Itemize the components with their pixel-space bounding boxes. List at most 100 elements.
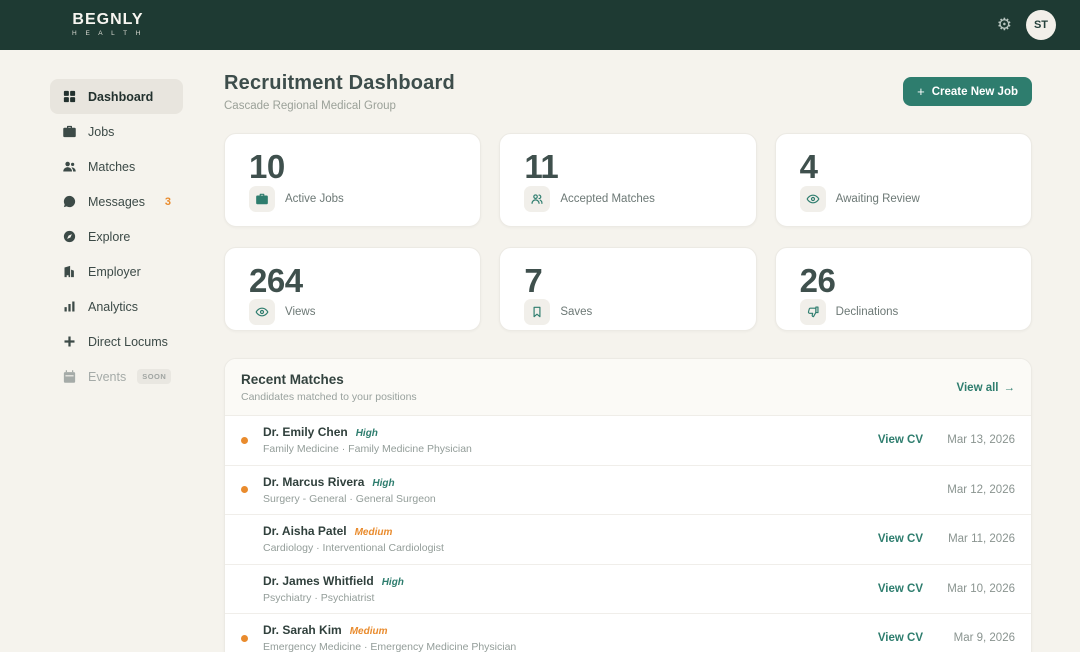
- match-row[interactable]: Dr. James Whitfield High Psychiatry · Ps…: [225, 565, 1031, 615]
- candidate-name: Dr. Aisha Patel: [263, 524, 347, 538]
- create-new-job-button[interactable]: + Create New Job: [903, 77, 1032, 106]
- sidebar-item-messages[interactable]: Messages 3: [50, 184, 183, 219]
- stat-value: 26: [800, 263, 1007, 299]
- briefcase-icon: [62, 124, 77, 139]
- stat-card-saves: 7 Saves: [499, 247, 756, 331]
- eye-icon: [806, 192, 820, 206]
- stat-card-views: 264 Views: [224, 247, 481, 331]
- stat-label: Declinations: [836, 306, 899, 318]
- main-content: Recruitment Dashboard Cascade Regional M…: [224, 50, 1032, 652]
- stat-label: Awaiting Review: [836, 193, 920, 205]
- match-level: Medium: [355, 527, 393, 538]
- stat-label: Saves: [560, 306, 592, 318]
- plus-icon: +: [917, 85, 925, 98]
- candidate-name: Dr. Sarah Kim: [263, 623, 342, 637]
- unread-dot: [241, 585, 248, 592]
- stat-label: Views: [285, 306, 315, 318]
- sidebar-item-label: Messages: [88, 195, 145, 209]
- sidebar-item-label: Events: [88, 370, 126, 384]
- briefcase-icon: [255, 192, 269, 206]
- stat-card-accepted-matches: 11 Accepted Matches: [499, 133, 756, 227]
- candidate-name: Dr. Marcus Rivera: [263, 475, 364, 489]
- match-date: Mar 11, 2026: [943, 533, 1015, 545]
- sidebar: Dashboard Jobs Matches Messages 3 Explor…: [50, 79, 183, 652]
- match-row[interactable]: Dr. Aisha Patel Medium Cardiology · Inte…: [225, 515, 1031, 565]
- view-cv-link[interactable]: View CV: [878, 583, 923, 595]
- view-all-link[interactable]: View all →: [957, 382, 1015, 394]
- logo-subtext: H E A L T H: [72, 31, 144, 38]
- messages-count-badge: 3: [165, 196, 171, 208]
- match-level: High: [356, 428, 378, 439]
- sidebar-item-explore[interactable]: Explore: [50, 219, 183, 254]
- page-title: Recruitment Dashboard: [224, 72, 455, 95]
- view-cv-link[interactable]: View CV: [878, 632, 923, 644]
- sidebar-item-label: Explore: [88, 230, 130, 244]
- soon-badge: SOON: [137, 369, 171, 384]
- stat-label: Active Jobs: [285, 193, 344, 205]
- candidate-name: Dr. Emily Chen: [263, 425, 348, 439]
- match-level: Medium: [350, 626, 388, 637]
- match-row[interactable]: Dr. Marcus Rivera High Surgery - General…: [225, 466, 1031, 516]
- sidebar-item-direct-locums[interactable]: Direct Locums: [50, 324, 183, 359]
- match-date: Mar 10, 2026: [943, 583, 1015, 595]
- sidebar-item-label: Employer: [88, 265, 141, 279]
- top-bar: BEGNLY H E A L T H ⚙ ST: [0, 0, 1080, 50]
- sidebar-item-employer[interactable]: Employer: [50, 254, 183, 289]
- recent-matches-title: Recent Matches: [241, 372, 417, 387]
- stat-value: 7: [524, 263, 731, 299]
- unread-dot: [241, 536, 248, 543]
- unread-dot: [241, 437, 248, 444]
- stat-label: Accepted Matches: [560, 193, 655, 205]
- recent-matches-card: Recent Matches Candidates matched to you…: [224, 358, 1032, 652]
- sidebar-item-dashboard[interactable]: Dashboard: [50, 79, 183, 114]
- unread-dot: [241, 486, 248, 493]
- match-date: Mar 9, 2026: [943, 632, 1015, 644]
- sidebar-item-label: Jobs: [88, 125, 114, 139]
- users-icon: [530, 192, 544, 206]
- sidebar-item-events[interactable]: Events SOON: [50, 359, 183, 394]
- stat-card-awaiting-review: 4 Awaiting Review: [775, 133, 1032, 227]
- match-date: Mar 12, 2026: [943, 484, 1015, 496]
- candidate-detail: Cardiology · Interventional Cardiologist: [263, 542, 878, 554]
- match-row[interactable]: Dr. Emily Chen High Family Medicine · Fa…: [225, 416, 1031, 466]
- stat-card-declinations: 26 Declinations: [775, 247, 1032, 331]
- sidebar-item-label: Direct Locums: [88, 335, 168, 349]
- sidebar-item-label: Matches: [88, 160, 135, 174]
- match-row[interactable]: Dr. Sarah Kim Medium Emergency Medicine …: [225, 614, 1031, 652]
- stat-value: 10: [249, 149, 456, 185]
- sidebar-item-jobs[interactable]: Jobs: [50, 114, 183, 149]
- candidate-detail: Emergency Medicine · Emergency Medicine …: [263, 641, 878, 652]
- view-all-label: View all: [957, 382, 999, 394]
- settings-gear-icon[interactable]: ⚙: [997, 15, 1012, 35]
- sidebar-item-matches[interactable]: Matches: [50, 149, 183, 184]
- sidebar-item-analytics[interactable]: Analytics: [50, 289, 183, 324]
- stat-value: 264: [249, 263, 456, 299]
- users-icon: [62, 159, 77, 174]
- stats-grid: 10 Active Jobs 11 Accepted Matches 4 Awa…: [224, 133, 1032, 331]
- view-cv-link[interactable]: View CV: [878, 533, 923, 545]
- eye-icon: [255, 305, 269, 319]
- sidebar-item-label: Dashboard: [88, 90, 153, 104]
- sidebar-item-label: Analytics: [88, 300, 138, 314]
- match-level: High: [382, 577, 404, 588]
- stat-card-active-jobs: 10 Active Jobs: [224, 133, 481, 227]
- match-date: Mar 13, 2026: [943, 434, 1015, 446]
- recent-matches-header: Recent Matches Candidates matched to you…: [225, 359, 1031, 416]
- page-header: Recruitment Dashboard Cascade Regional M…: [224, 72, 1032, 112]
- candidate-detail: Surgery - General · General Surgeon: [263, 493, 943, 505]
- view-cv-link[interactable]: View CV: [878, 434, 923, 446]
- brand-logo: BEGNLY H E A L T H: [72, 12, 144, 38]
- candidate-name: Dr. James Whitfield: [263, 574, 374, 588]
- grid-icon: [62, 89, 77, 104]
- page-subtitle: Cascade Regional Medical Group: [224, 100, 455, 112]
- user-avatar[interactable]: ST: [1026, 10, 1056, 40]
- create-new-job-label: Create New Job: [932, 86, 1018, 98]
- stat-value: 11: [524, 149, 731, 185]
- plus-icon: [62, 334, 77, 349]
- thumbs-down-icon: [806, 305, 820, 319]
- stat-value: 4: [800, 149, 1007, 185]
- match-level: High: [372, 478, 394, 489]
- building-icon: [62, 264, 77, 279]
- recent-matches-subtitle: Candidates matched to your positions: [241, 391, 417, 403]
- bookmark-icon: [530, 305, 544, 319]
